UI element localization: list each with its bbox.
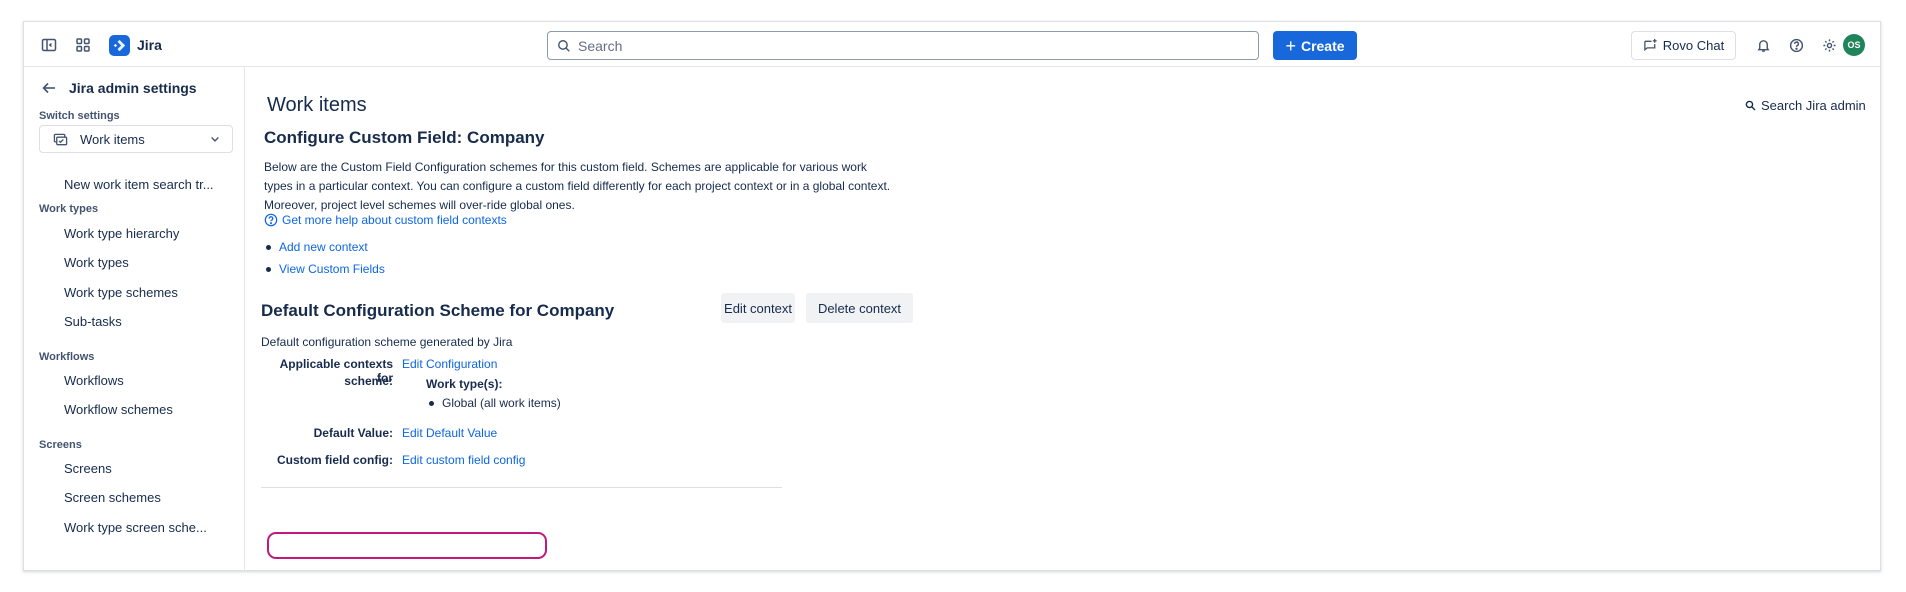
sidebar-item-screens[interactable]: Screens bbox=[64, 461, 232, 476]
section-divider bbox=[261, 487, 782, 488]
work-types-label: Work type(s): bbox=[426, 377, 503, 391]
sidebar-item-new-work-item-search[interactable]: New work item search tr... bbox=[64, 177, 232, 192]
global-search[interactable] bbox=[547, 31, 1259, 60]
view-custom-fields-link[interactable]: View Custom Fields bbox=[279, 262, 385, 276]
create-button[interactable]: + Create bbox=[1273, 31, 1357, 60]
switch-settings-label: Switch settings bbox=[39, 110, 120, 122]
sidebar-section-work-types: Work types bbox=[39, 203, 99, 215]
help-icon[interactable] bbox=[1784, 33, 1808, 57]
app-switcher-icon[interactable] bbox=[71, 33, 95, 57]
scheme-title: Default Configuration Scheme for Company bbox=[261, 301, 615, 320]
custom-field-config-label: Custom field config: bbox=[277, 453, 393, 467]
rovo-chat-button[interactable]: Rovo Chat bbox=[1631, 31, 1736, 60]
list-item: Global (all work items) bbox=[429, 396, 561, 410]
search-jira-admin-label: Search Jira admin bbox=[1761, 98, 1866, 113]
app-name[interactable]: Jira bbox=[137, 37, 162, 53]
user-avatar[interactable]: OS bbox=[1843, 34, 1865, 56]
sidebar-section-screens: Screens bbox=[39, 439, 82, 451]
custom-field-title: Configure Custom Field: Company bbox=[264, 128, 545, 147]
list-item: View Custom Fields bbox=[264, 260, 385, 278]
admin-sidebar: Jira admin settings Switch settings Work… bbox=[24, 67, 245, 570]
work-items-icon bbox=[53, 133, 68, 145]
edit-configuration-link[interactable]: Edit Configuration bbox=[402, 357, 497, 371]
settings-switcher-dropdown[interactable]: Work items bbox=[39, 125, 233, 153]
help-custom-field-contexts-link[interactable]: Get more help about custom field context… bbox=[264, 213, 507, 227]
default-value-label: Default Value: bbox=[313, 426, 393, 440]
chevron-down-icon bbox=[211, 137, 219, 142]
edit-context-button[interactable]: Edit context bbox=[721, 293, 795, 323]
create-button-label: Create bbox=[1300, 37, 1345, 54]
delete-context-button[interactable]: Delete context bbox=[806, 293, 913, 323]
add-new-context-link[interactable]: Add new context bbox=[279, 240, 368, 254]
search-input[interactable] bbox=[578, 37, 1238, 54]
sidebar-item-work-type-screen-schemes[interactable]: Work type screen sche... bbox=[64, 520, 232, 535]
bullet bbox=[266, 244, 271, 250]
sidebar-item-work-type-schemes[interactable]: Work type schemes bbox=[64, 285, 232, 300]
sidebar-item-work-type-hierarchy[interactable]: Work type hierarchy bbox=[64, 226, 232, 241]
notifications-bell-icon[interactable] bbox=[1751, 33, 1775, 57]
bullet bbox=[266, 266, 271, 272]
jira-logo-icon[interactable] bbox=[109, 35, 130, 56]
main-content: Work items Search Jira admin Configure C… bbox=[245, 67, 1880, 570]
scheme-description: Default configuration scheme generated b… bbox=[261, 335, 513, 349]
work-type-value: Global (all work items) bbox=[442, 396, 561, 410]
search-icon bbox=[558, 39, 570, 52]
sidebar-section-workflows: Workflows bbox=[39, 351, 95, 363]
custom-field-description: Below are the Custom Field Configuration… bbox=[264, 160, 891, 212]
chat-sparkle-icon bbox=[1644, 38, 1657, 52]
edit-custom-field-config-link[interactable]: Edit custom field config bbox=[402, 453, 525, 467]
back-arrow-icon[interactable] bbox=[41, 80, 59, 98]
search-jira-admin-link[interactable]: Search Jira admin bbox=[1745, 98, 1866, 113]
browser-window: Jira + Create Rovo Chat OS Jira admin se… bbox=[23, 21, 1881, 571]
sidebar-item-sub-tasks[interactable]: Sub-tasks bbox=[64, 314, 232, 329]
list-item: Add new context bbox=[264, 238, 385, 256]
bullet bbox=[429, 400, 434, 406]
settings-switcher-value: Work items bbox=[80, 131, 145, 147]
applicable-contexts-label-line2: scheme: bbox=[344, 374, 393, 388]
settings-gear-icon[interactable] bbox=[1817, 33, 1841, 57]
search-icon bbox=[1745, 100, 1756, 111]
sidebar-toggle-icon[interactable] bbox=[37, 33, 61, 57]
help-icon bbox=[264, 213, 278, 227]
help-link-label: Get more help about custom field context… bbox=[282, 213, 507, 227]
plus-icon: + bbox=[1285, 35, 1296, 56]
sidebar-item-workflows[interactable]: Workflows bbox=[64, 373, 232, 388]
sidebar-item-workflow-schemes[interactable]: Workflow schemes bbox=[64, 402, 232, 417]
rovo-chat-label: Rovo Chat bbox=[1662, 38, 1725, 53]
edit-default-value-link[interactable]: Edit Default Value bbox=[402, 426, 497, 440]
sidebar-title: Jira admin settings bbox=[69, 80, 197, 96]
action-links-list: Add new context View Custom Fields bbox=[264, 238, 385, 282]
sidebar-item-screen-schemes[interactable]: Screen schemes bbox=[64, 490, 232, 505]
sidebar-item-work-types[interactable]: Work types bbox=[64, 255, 232, 270]
page-title: Work items bbox=[267, 94, 367, 116]
top-navigation-bar: Jira + Create Rovo Chat OS bbox=[24, 22, 1880, 67]
